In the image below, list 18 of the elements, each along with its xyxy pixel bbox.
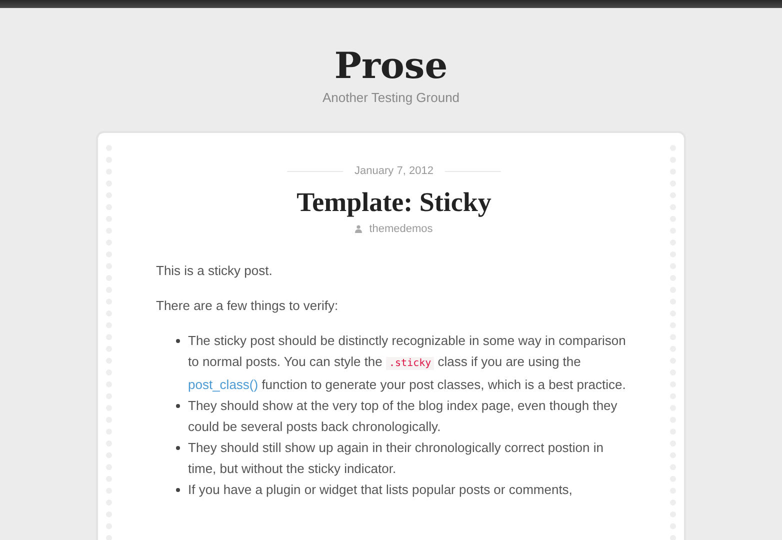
paragraph: There are a few things to verify: — [156, 297, 340, 315]
site-tagline: Another Testing Ground — [321, 90, 461, 105]
post-date[interactable]: January 7, 2012 — [354, 165, 434, 177]
post-title[interactable]: Template: Sticky — [156, 185, 632, 219]
list-item-text: They should still show up again in their chronologically correct postion in time, but without the sticky indicator. — [188, 439, 604, 478]
bullet-icon — [176, 488, 180, 492]
list-item-text: They should show at the very top of the blog index page, even though they could be several posts back chronologically. — [188, 397, 618, 436]
bullet-icon — [176, 339, 180, 343]
site-title[interactable]: Prose — [0, 44, 782, 88]
bullet-icon — [176, 404, 180, 408]
paragraph: This is a sticky post. — [156, 262, 274, 280]
code-snippet: .sticky — [386, 357, 434, 370]
user-icon — [355, 225, 362, 233]
list-item-text: If you have a plugin or widget that lists popular posts or comments, — [188, 481, 574, 499]
bullet-icon — [176, 446, 180, 450]
post-author[interactable]: themedemos — [369, 223, 433, 235]
list-item-text: The sticky post should be distinctly recognizable in some way in comparison to normal posts. You can style the .sticky class if you are using the post_class() function to generate your post classes, which is a best practice. — [188, 332, 627, 394]
link[interactable]: post_class() — [188, 377, 258, 392]
